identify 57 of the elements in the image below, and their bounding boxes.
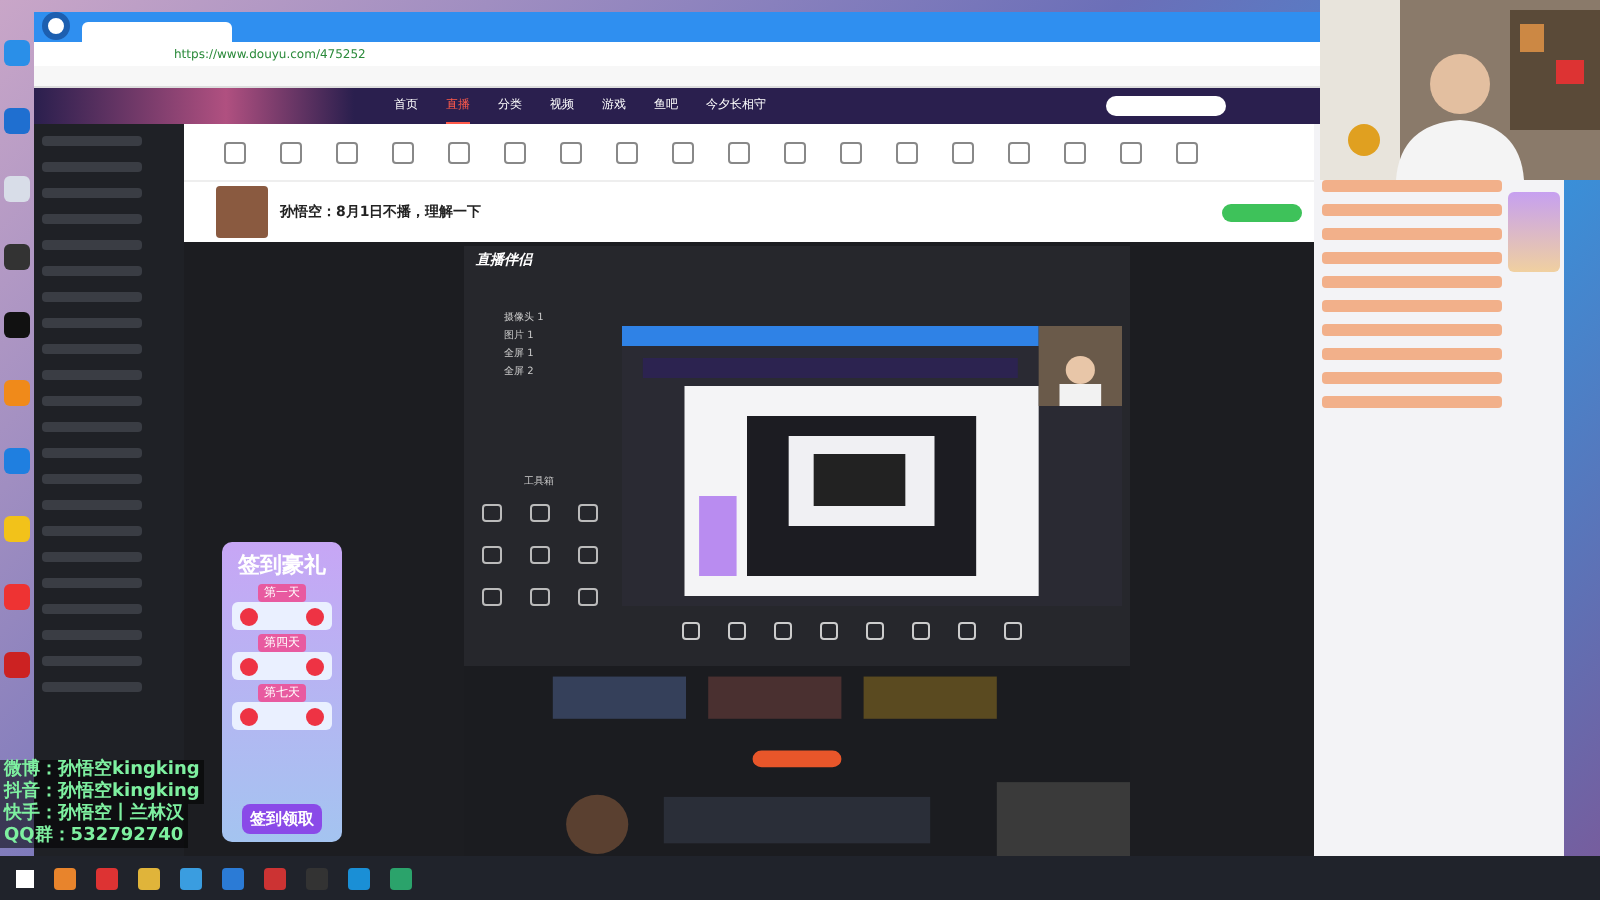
toolbar-icon[interactable]: [560, 141, 582, 163]
toolbar-icon[interactable]: [1008, 141, 1030, 163]
control-icon[interactable]: [1004, 622, 1022, 640]
toolbar-icon[interactable]: [1064, 141, 1086, 163]
tool-icon[interactable]: [529, 588, 549, 606]
search-field[interactable]: [1106, 96, 1226, 116]
reward-drawing: [232, 702, 332, 730]
toolbar-icon[interactable]: [728, 141, 750, 163]
toolbar-icon[interactable]: [336, 141, 358, 163]
toolbar-icon[interactable]: [1176, 141, 1198, 163]
taskbar-app-icon[interactable]: [138, 867, 160, 889]
taskbar-app-icon[interactable]: [180, 867, 202, 889]
tool-icon[interactable]: [529, 546, 549, 564]
tool-icon[interactable]: [577, 588, 597, 606]
tool-icon[interactable]: [481, 546, 501, 564]
toolbar-icon[interactable]: [504, 141, 526, 163]
taskbar-app-icon[interactable]: [222, 867, 244, 889]
toolbar-icon[interactable]: [784, 141, 806, 163]
toolbar-icon[interactable]: [896, 141, 918, 163]
control-icon[interactable]: [728, 622, 746, 640]
toolbar-icon[interactable]: [1120, 141, 1142, 163]
control-icon[interactable]: [774, 622, 792, 640]
reward-drawing: [232, 602, 332, 630]
desktop-app-icon[interactable]: [4, 312, 30, 338]
card-title: 签到豪礼: [238, 550, 326, 580]
toolbar-icon[interactable]: [616, 141, 638, 163]
toolbar-icon[interactable]: [392, 141, 414, 163]
taskbar-app-icon[interactable]: [348, 867, 370, 889]
tool-icon[interactable]: [577, 546, 597, 564]
tool-icon[interactable]: [481, 588, 501, 606]
toolbar-icon[interactable]: [448, 141, 470, 163]
taskbar-app-icon[interactable]: [54, 867, 76, 889]
control-icon[interactable]: [912, 622, 930, 640]
tool-icon[interactable]: [577, 504, 597, 522]
windows-start-icon[interactable]: [16, 869, 34, 887]
social-handle: 快手：孙悟空丨兰林汉: [0, 804, 188, 826]
social-handle: 抖音：孙悟空kingking: [0, 782, 204, 804]
toolbar-icon[interactable]: [672, 141, 694, 163]
social-handle: 微博：孙悟空kingking: [0, 760, 204, 782]
desktop-app-icon[interactable]: [4, 244, 30, 270]
taskbar-app-icon[interactable]: [96, 867, 118, 889]
taskbar-app-icon[interactable]: [390, 867, 412, 889]
follow-button[interactable]: [1222, 203, 1302, 221]
social-handle: QQ群：532792740: [0, 826, 188, 848]
avatar-icon: [216, 186, 268, 238]
control-icon[interactable]: [958, 622, 976, 640]
tool-icon[interactable]: [529, 504, 549, 522]
claim-button[interactable]: 签到领取: [242, 804, 322, 834]
control-icon[interactable]: [682, 622, 700, 640]
toolbar-icon[interactable]: [952, 141, 974, 163]
tool-icon[interactable]: [481, 504, 501, 522]
control-icon[interactable]: [820, 622, 838, 640]
toolbar-icon[interactable]: [224, 141, 246, 163]
toolbar-icon[interactable]: [280, 141, 302, 163]
reward-drawing: [232, 652, 332, 680]
control-icon[interactable]: [866, 622, 884, 640]
toolbar-icon[interactable]: [840, 141, 862, 163]
